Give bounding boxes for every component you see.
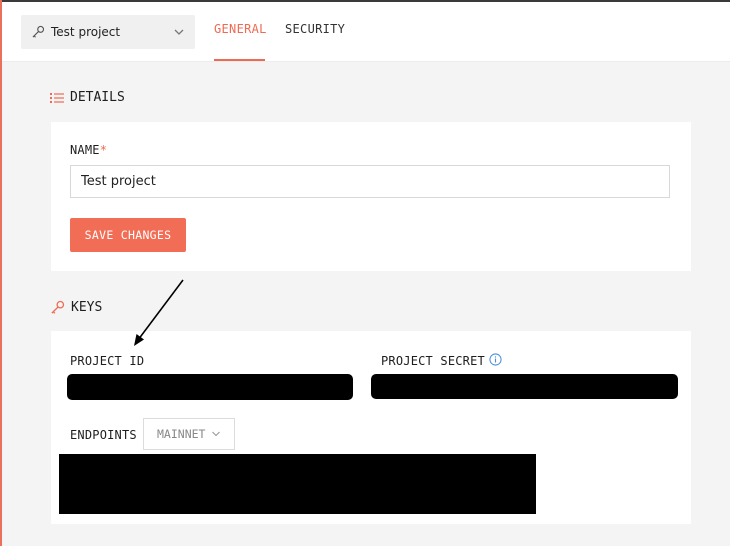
name-label-text: NAME bbox=[70, 143, 100, 157]
required-mark: * bbox=[99, 143, 108, 157]
tab-general[interactable]: GENERAL bbox=[214, 22, 267, 36]
project-name-input[interactable] bbox=[70, 165, 670, 198]
active-tab-indicator bbox=[214, 59, 265, 61]
project-id-label: PROJECT ID bbox=[70, 354, 145, 368]
keys-title: KEYS bbox=[71, 300, 103, 315]
details-title: DETAILS bbox=[70, 90, 125, 105]
project-selector[interactable]: Test project bbox=[21, 15, 195, 49]
network-selector-value: MAINNET bbox=[157, 427, 206, 441]
keys-section-header: KEYS bbox=[50, 300, 102, 315]
list-icon bbox=[50, 92, 64, 103]
details-card: NAME* SAVE CHANGES bbox=[51, 122, 691, 271]
project-secret-label: PROJECT SECRET bbox=[381, 354, 485, 368]
endpoints-label: ENDPOINTS bbox=[70, 428, 137, 442]
key-icon bbox=[51, 300, 65, 314]
name-label: NAME* bbox=[70, 143, 107, 157]
project-selector-value: Test project bbox=[51, 25, 121, 39]
top-bar: Test project GENERAL SECURITY bbox=[2, 2, 730, 62]
keys-card: PROJECT ID PROJECT SECRET ENDPOINTS MAIN… bbox=[51, 331, 691, 524]
project-secret-redacted bbox=[371, 374, 678, 399]
save-changes-button[interactable]: SAVE CHANGES bbox=[70, 218, 186, 252]
project-id-redacted bbox=[67, 374, 353, 400]
network-selector[interactable]: MAINNET bbox=[143, 418, 235, 450]
details-section-header: DETAILS bbox=[50, 90, 125, 105]
tab-security[interactable]: SECURITY bbox=[285, 22, 345, 36]
info-icon[interactable] bbox=[489, 353, 502, 366]
endpoints-redacted bbox=[59, 454, 536, 514]
key-icon bbox=[32, 25, 45, 38]
chevron-down-icon bbox=[212, 431, 221, 437]
window-left-border bbox=[0, 0, 2, 546]
chevron-down-icon bbox=[174, 29, 184, 35]
